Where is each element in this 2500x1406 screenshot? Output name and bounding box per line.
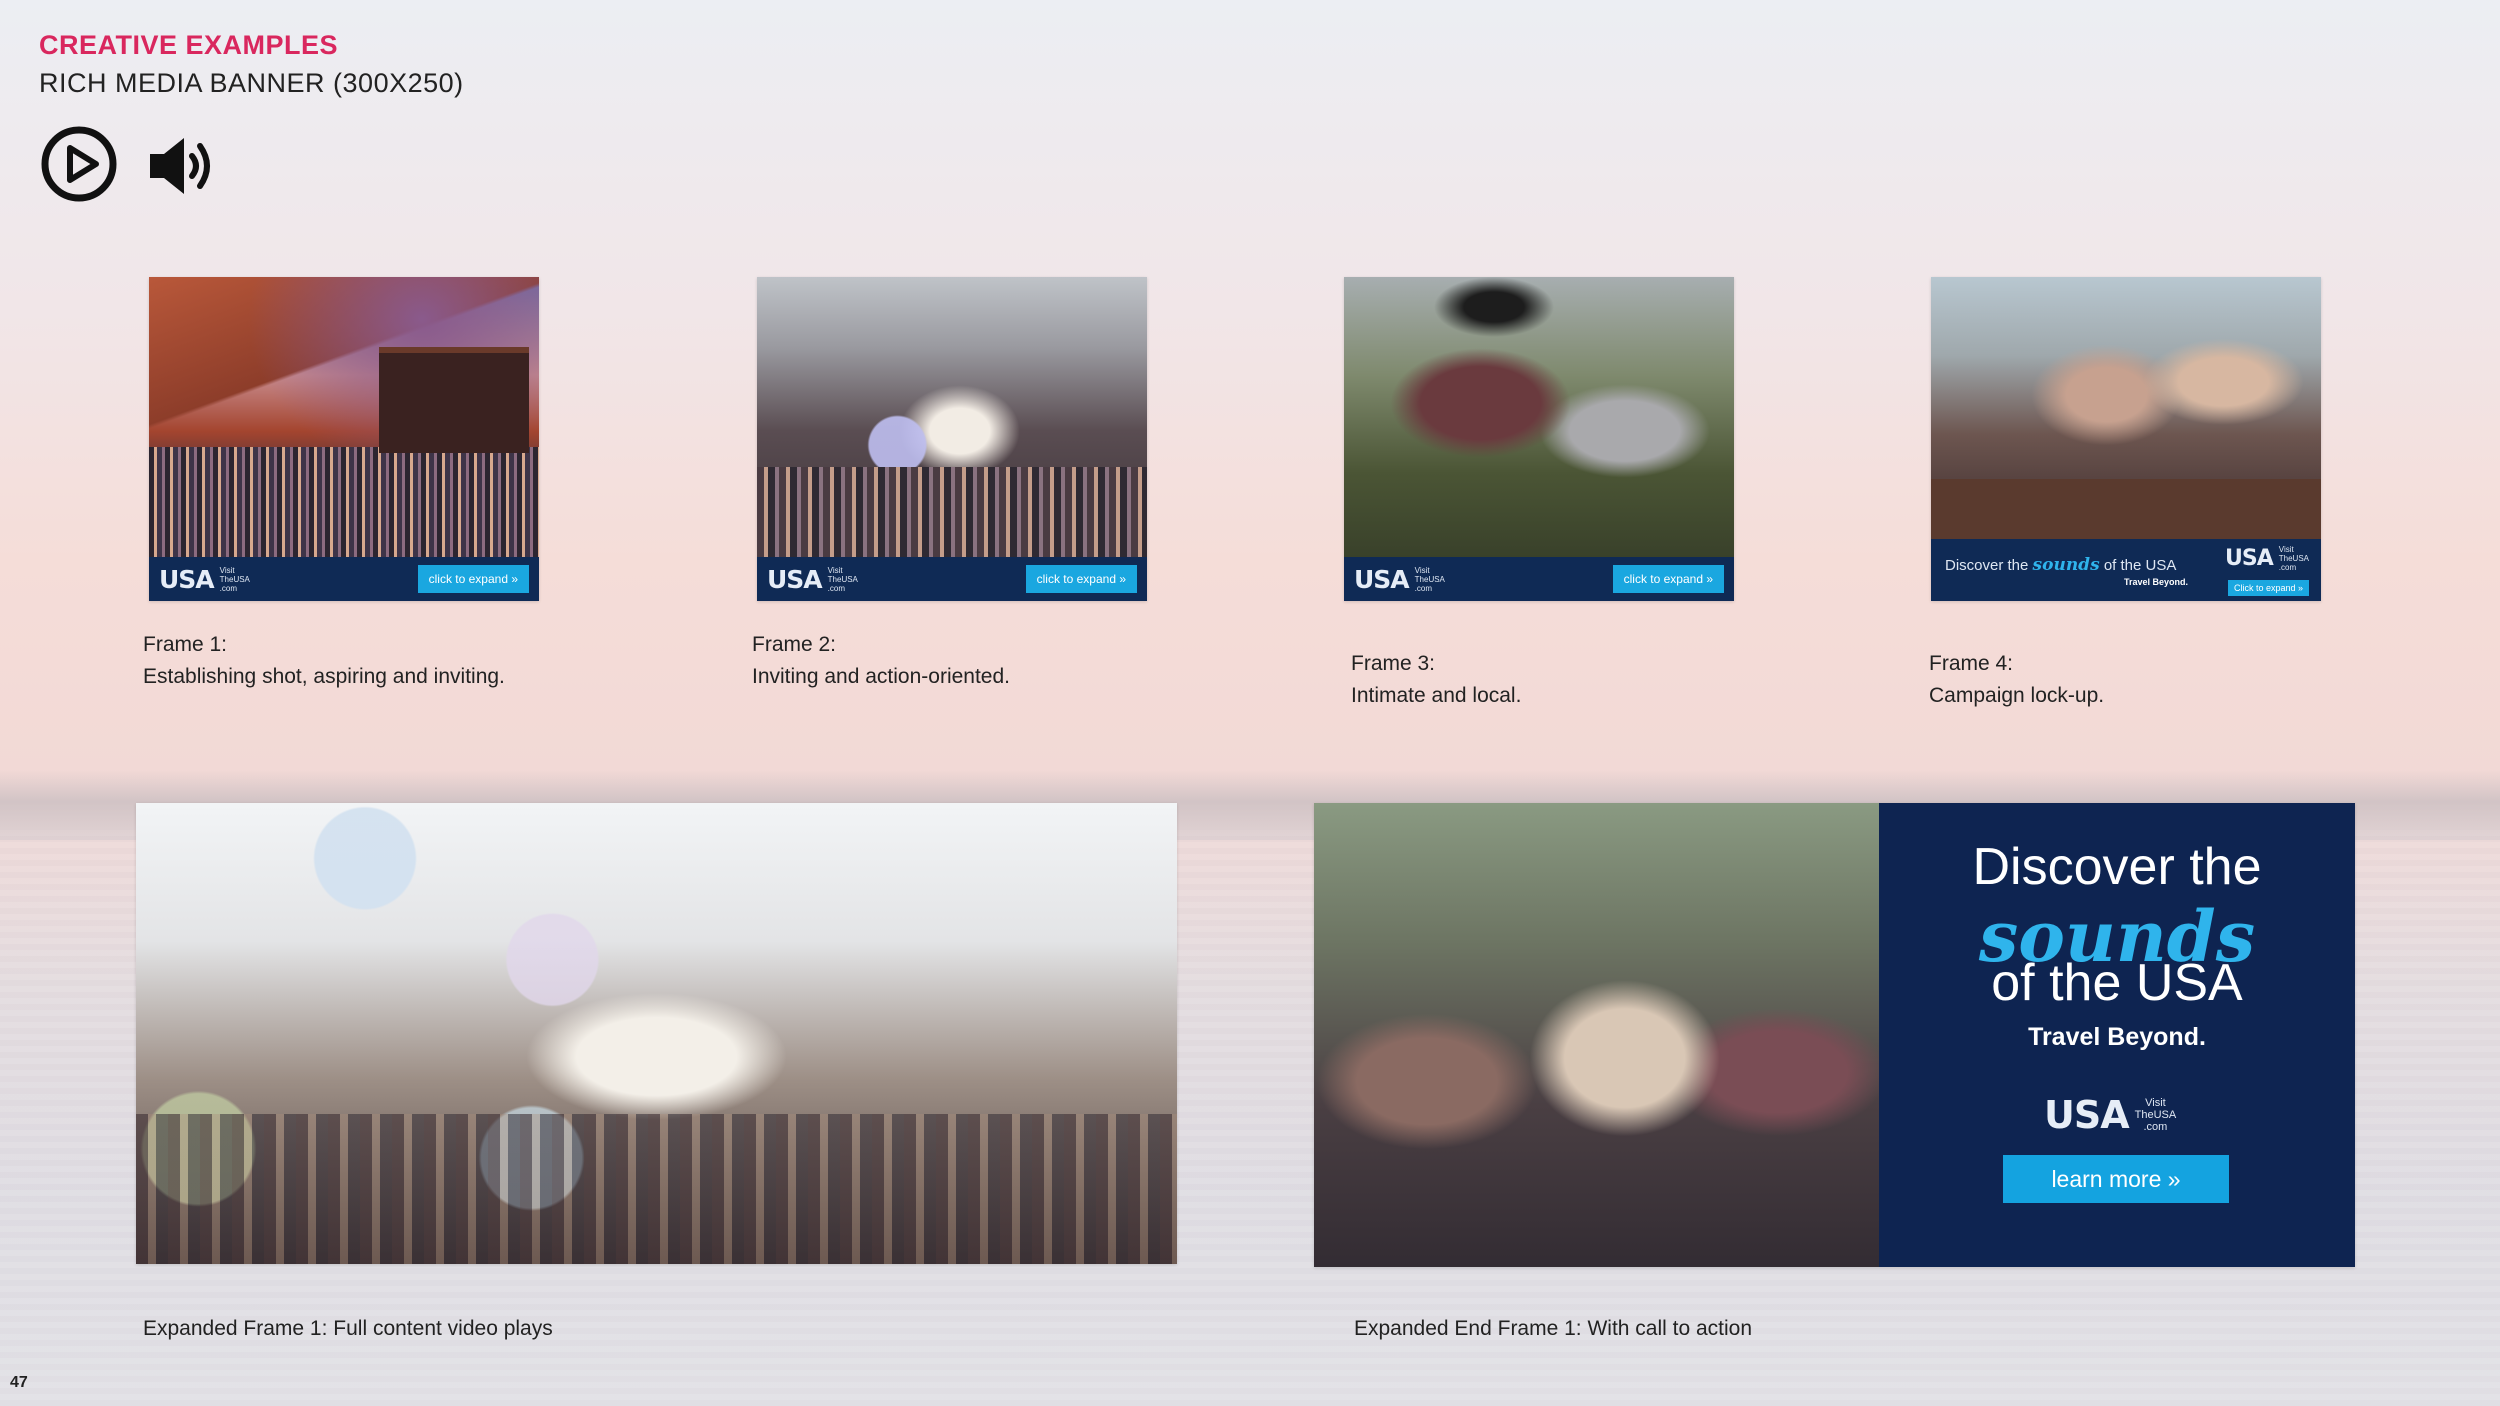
- stage-shape: [379, 347, 529, 453]
- logo-usa-text: USA: [767, 564, 823, 594]
- expanded-video-caption: Expanded Frame 1: Full content video pla…: [143, 1317, 553, 1340]
- tagline-script: sounds: [2032, 555, 2100, 575]
- visit-usa-logo: USA Visit TheUSA .com: [2044, 1093, 2176, 1137]
- frame-3-caption: Frame 3: Intimate and local.: [1351, 648, 1521, 712]
- frame-2-image: [757, 277, 1147, 557]
- frame-1-ad-bar: USA Visit TheUSA .com click to expand »: [149, 557, 539, 601]
- caption-title: Frame 4:: [1929, 652, 2014, 675]
- caption-title: Frame 1:: [143, 633, 228, 656]
- caption-text: Campaign lock-up.: [1929, 684, 2105, 707]
- frame-4-banner: Discover the sounds of the USA Travel Be…: [1931, 277, 2321, 601]
- logo-small-line: .com: [2278, 563, 2297, 572]
- expanded-end-caption: Expanded End Frame 1: With call to actio…: [1354, 1317, 1753, 1340]
- logo-small-line: Visit: [2278, 545, 2294, 554]
- logo-small-line: TheUSA: [2134, 1109, 2177, 1121]
- visit-usa-logo: USA Visit TheUSA .com: [1354, 565, 1445, 594]
- logo-small-line: Visit: [2145, 1097, 2166, 1109]
- railing-shape: [1931, 479, 2321, 539]
- logo-small-line: Visit: [1414, 565, 1430, 575]
- section-title: CREATIVE EXAMPLES: [39, 30, 339, 60]
- end-frame-image: [1314, 803, 1879, 1267]
- section-subtitle: RICH MEDIA BANNER (300X250): [39, 68, 464, 98]
- click-to-expand-button[interactable]: click to expand »: [1025, 565, 1137, 593]
- end-card-line-3: of the USA: [1991, 954, 2243, 1012]
- frame-1-image: [149, 277, 539, 557]
- crowd-texture: [136, 1114, 1177, 1264]
- frame-3-banner: USA Visit TheUSA .com click to expand »: [1344, 277, 1734, 601]
- logo-small-line: .com: [1414, 583, 1432, 593]
- click-to-expand-button[interactable]: click to expand »: [1612, 565, 1724, 593]
- frame-4-tagline: Discover the sounds of the USA: [1945, 555, 2176, 575]
- logo-small-line: .com: [827, 583, 845, 593]
- page-number: 47: [10, 1374, 28, 1391]
- frame-3-image: [1344, 277, 1734, 557]
- logo-small-line: .com: [2143, 1121, 2168, 1133]
- logo-small-line: TheUSA: [1414, 574, 1445, 584]
- logo-small-text: Visit TheUSA .com: [220, 566, 250, 593]
- tagline-pre: Discover the: [1945, 557, 2029, 574]
- frame-2-ad-bar: USA Visit TheUSA .com click to expand »: [757, 557, 1147, 601]
- end-card-travel-beyond: Travel Beyond.: [2028, 1023, 2206, 1051]
- end-card-line-1: Discover the: [1972, 838, 2262, 896]
- frame-2-caption: Frame 2: Inviting and action-oriented.: [752, 629, 1010, 693]
- frame-4-caption: Frame 4: Campaign lock-up.: [1929, 648, 2104, 712]
- frame-1-caption: Frame 1: Establishing shot, aspiring and…: [143, 629, 505, 693]
- caption-text: Establishing shot, aspiring and inviting…: [143, 665, 505, 688]
- caption-title: Frame 2:: [752, 633, 837, 656]
- frame-4-ad-bar: Discover the sounds of the USA Travel Be…: [1931, 539, 2321, 601]
- learn-more-button[interactable]: learn more »: [2003, 1155, 2229, 1203]
- expanded-video-frame[interactable]: [136, 803, 1177, 1264]
- logo-small-line: TheUSA: [219, 574, 250, 584]
- speaker-volume-icon[interactable]: [148, 134, 218, 198]
- click-to-expand-button[interactable]: click to expand »: [417, 565, 529, 593]
- play-circle-icon[interactable]: [40, 125, 118, 203]
- headdress-shape: [1434, 277, 1554, 337]
- caption-text: Intimate and local.: [1351, 684, 1522, 707]
- crowd-texture: [149, 447, 539, 557]
- logo-small-line: .com: [219, 583, 237, 593]
- logo-usa-text: USA: [2225, 546, 2274, 571]
- logo-usa-text: USA: [2044, 1093, 2130, 1137]
- visit-usa-logo: USA Visit TheUSA .com: [2225, 545, 2309, 572]
- logo-small-line: TheUSA: [827, 574, 858, 584]
- tagline-post: of the USA: [2103, 557, 2177, 574]
- visit-usa-logo: USA Visit TheUSA .com: [767, 565, 858, 594]
- logo-small-line: Visit: [219, 565, 235, 575]
- frame-2-banner: USA Visit TheUSA .com click to expand »: [757, 277, 1147, 601]
- logo-small-text: Visit TheUSA .com: [2279, 545, 2309, 572]
- logo-small-text: Visit TheUSA .com: [2135, 1097, 2177, 1133]
- caption-title: Frame 3:: [1351, 652, 1436, 675]
- logo-usa-text: USA: [1354, 564, 1410, 594]
- frame-1-banner: USA Visit TheUSA .com click to expand »: [149, 277, 539, 601]
- expanded-end-frame: Discover the sounds of the USA Travel Be…: [1314, 803, 2355, 1267]
- caption-text: Inviting and action-oriented.: [752, 665, 1010, 688]
- tagline-small: Travel Beyond.: [2124, 577, 2189, 587]
- click-to-expand-button[interactable]: Click to expand »: [2227, 580, 2309, 596]
- logo-small-text: Visit TheUSA .com: [828, 566, 858, 593]
- logo-small-line: TheUSA: [2278, 554, 2309, 563]
- end-card-panel: Discover the sounds of the USA Travel Be…: [1879, 803, 2355, 1267]
- crowd-texture: [757, 467, 1147, 557]
- frame-4-image: [1931, 277, 2321, 539]
- logo-small-text: Visit TheUSA .com: [1415, 566, 1445, 593]
- logo-usa-text: USA: [159, 564, 215, 594]
- frame-3-ad-bar: USA Visit TheUSA .com click to expand »: [1344, 557, 1734, 601]
- visit-usa-logo: USA Visit TheUSA .com: [159, 565, 250, 594]
- logo-small-line: Visit: [827, 565, 843, 575]
